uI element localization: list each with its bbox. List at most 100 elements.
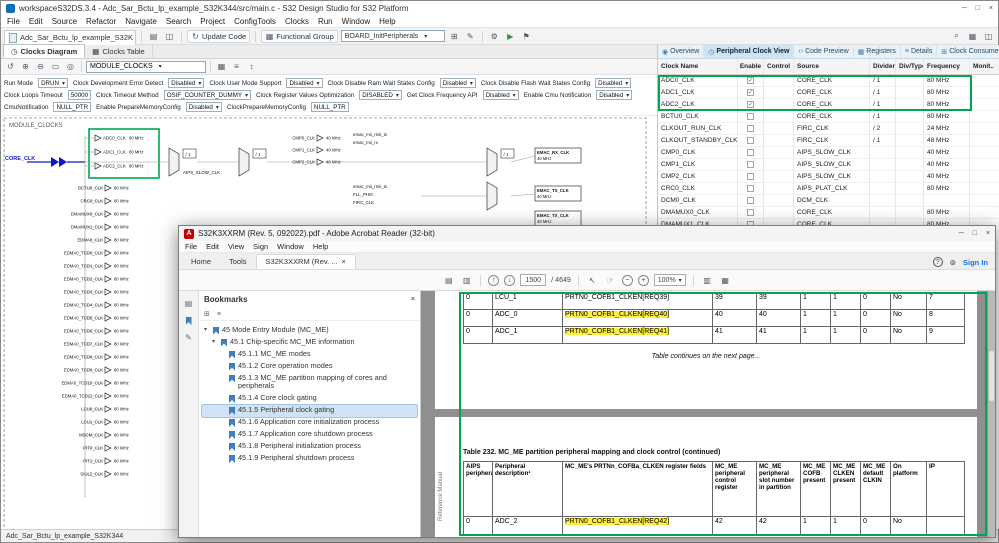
close-icon[interactable]: × [986,230,990,237]
menu-source[interactable]: Source [52,17,77,26]
options-icon[interactable]: ≡ [217,311,221,318]
setting-cmunotification[interactable]: NULL_PTR [53,102,91,112]
setting-get-clock-frequency-api[interactable]: Disabled▾ [483,90,519,100]
bookmarks-icon[interactable] [186,317,192,325]
bookmark-item[interactable]: 45.1.2 Core operation modes [202,360,417,372]
menu-search[interactable]: Search [166,17,191,26]
menu-sign[interactable]: Sign [253,242,268,251]
print-icon[interactable]: ▥ [460,274,473,287]
checkbox-unchecked[interactable] [747,137,754,144]
pdf-content[interactable]: 0LCU_1PRTN0_COFB1_CLKEN[REQ39]3939110No7… [421,291,995,537]
view-tab-code-preview[interactable]: ‹›Code Preview [794,45,853,58]
new-file-icon[interactable]: ▤ [147,30,160,43]
bookmark-item[interactable]: 45.1.5 Peripheral clock gating [202,405,417,417]
menu-window[interactable]: Window [277,242,304,251]
checkbox-checked[interactable]: ✓ [747,101,754,108]
acrobat-titlebar[interactable]: A S32K3XXRM (Rev. 5, 092022).pdf - Adobe… [179,226,995,241]
functional-group-select[interactable]: BOARD_InitPeripherals ▾ [341,30,445,42]
menu-edit[interactable]: Edit [206,242,219,251]
maximize-icon[interactable]: □ [973,230,977,237]
table-row[interactable]: CMP2_CLKAIPS_SLOW_CLK40 MHz [658,171,999,183]
menu-window[interactable]: Window [342,17,370,26]
bell-icon[interactable]: ⊚ [950,258,956,267]
attachments-icon[interactable]: ✎ [185,333,192,342]
zoom-out-icon[interactable]: ⊖ [34,60,47,73]
table-row[interactable]: CMP1_CLKAIPS_SLOW_CLK40 MHz [658,159,999,171]
tab-clocks-diagram[interactable]: ◷Clocks Diagram [3,44,85,58]
bookmark-item[interactable]: 45.1.7 Application core shutdown process [202,429,417,441]
menu-navigate[interactable]: Navigate [125,17,157,26]
checkbox-unchecked[interactable] [747,161,754,168]
checkbox-unchecked[interactable] [747,209,754,216]
help-icon[interactable]: ? [933,257,943,267]
setting-clockpreparememoryconfig[interactable]: NULL_PTR [311,102,349,112]
table-row[interactable]: DMAMUX0_CLKCORE_CLK80 MHz [658,207,999,219]
menu-edit[interactable]: Edit [29,17,43,26]
checkbox-checked[interactable]: ✓ [747,77,754,84]
checkbox-unchecked[interactable] [747,149,754,156]
maximize-icon[interactable]: □ [976,5,980,12]
table-row[interactable]: CLKOUT_STANDBY_CLKFIRC_CLK/ 148 MHz [658,135,999,147]
table-row[interactable]: CLKOUT_RUN_CLKFIRC_CLK/ 224 MHz [658,123,999,135]
table-row[interactable]: CMP0_CLKAIPS_SLOW_CLK40 MHz [658,147,999,159]
tab-home[interactable]: Home [182,255,220,269]
search-icon[interactable]: ⌕ [950,30,963,43]
chevron-icon[interactable]: ▾ [204,327,210,334]
grid-icon[interactable]: ▦ [215,60,228,73]
page-view-icon[interactable]: ▥ [701,274,714,287]
menu-file[interactable]: File [185,242,197,251]
table-row[interactable]: BCTU0_CLKCORE_CLK/ 180 MHz [658,111,999,123]
view-tab-peripheral-clock-view[interactable]: ◷Peripheral Clock View [704,45,794,58]
view-tab-clock-consumers[interactable]: ⊞Clock Consumers [937,45,999,58]
bookmark-item[interactable]: 45.1.9 Peripheral shutdown process [202,453,417,465]
table-row[interactable]: ADC0_CLK✓CORE_CLK/ 180 MHz [658,75,999,87]
perspective-icon[interactable]: ◫ [982,30,995,43]
view-tab-registers[interactable]: ▦Registers [854,45,901,58]
pdf-scrollbar[interactable] [988,291,995,537]
menu-clocks[interactable]: Clocks [285,17,309,26]
menu-project[interactable]: Project [200,17,225,26]
zoom-level-select[interactable]: 100% ▾ [654,274,686,286]
bookmark-item[interactable]: 45.1.8 Peripheral initialization process [202,441,417,453]
module-select[interactable]: MODULE_CLOCKS ▾ [86,61,206,73]
update-code-button[interactable]: ↻ Update Code [187,30,250,43]
menu-refactor[interactable]: Refactor [86,17,116,26]
zoom-in-icon[interactable]: ⊕ [19,60,32,73]
close-icon[interactable]: × [342,257,346,266]
menu-help[interactable]: Help [379,17,395,26]
setting-clock-disable-flash-wait-states-config[interactable]: Disabled▾ [595,78,631,88]
view-tab-overview[interactable]: ◉Overview [658,45,704,58]
fit-icon[interactable]: ▭ [49,60,62,73]
setting-enable-cmu-notification[interactable]: Disabled▾ [596,90,632,100]
bookmark-item[interactable]: ▾45 Mode Entry Module (MC_ME) [202,324,417,336]
thumbnails-icon[interactable]: ▤ [185,299,193,308]
checkbox-unchecked[interactable] [747,197,754,204]
perspective-grid-icon[interactable]: ▦ [966,30,979,43]
bookmark-item[interactable]: 45.1.3 MC_ME partition mapping of cores … [202,372,417,393]
editor-tab[interactable]: Adc_Sar_Bctu_lp_example_S32K × [4,30,136,45]
save-icon[interactable]: ◫ [163,30,176,43]
checkbox-unchecked[interactable] [747,113,754,120]
menu-view[interactable]: View [228,242,244,251]
flag-icon[interactable]: ⚑ [520,30,533,43]
checkbox-unchecked[interactable] [747,125,754,132]
list-icon[interactable]: ≡ [230,60,243,73]
sign-in-button[interactable]: Sign In [963,258,988,267]
expand-icon[interactable]: ↕ [245,60,258,73]
checkbox-checked[interactable]: ✓ [747,89,754,96]
target-icon[interactable]: ◎ [64,60,77,73]
select-tool-icon[interactable]: ↖ [586,274,599,287]
setting-clock-disable-ram-wait-states-config[interactable]: Disabled▾ [440,78,476,88]
edit-icon[interactable]: ✎ [464,30,477,43]
page-number-input[interactable]: 1500 [520,274,546,286]
table-row[interactable]: ADC2_CLK✓CORE_CLK/ 180 MHz [658,99,999,111]
menu-run[interactable]: Run [318,17,333,26]
setting-clock-register-values-optimization[interactable]: DISABLED▾ [359,90,402,100]
menu-configtools[interactable]: ConfigTools [234,17,276,26]
table-row[interactable]: CRC0_CLKAIPS_PLAT_CLK80 MHz [658,183,999,195]
menu-help[interactable]: Help [313,242,328,251]
run-icon[interactable]: ▶ [504,30,517,43]
view-tab-details[interactable]: ≡Details [901,45,938,58]
zoom-in-icon[interactable]: + [638,275,649,286]
setting-clock-development-error-detect[interactable]: Disabled▾ [168,78,204,88]
